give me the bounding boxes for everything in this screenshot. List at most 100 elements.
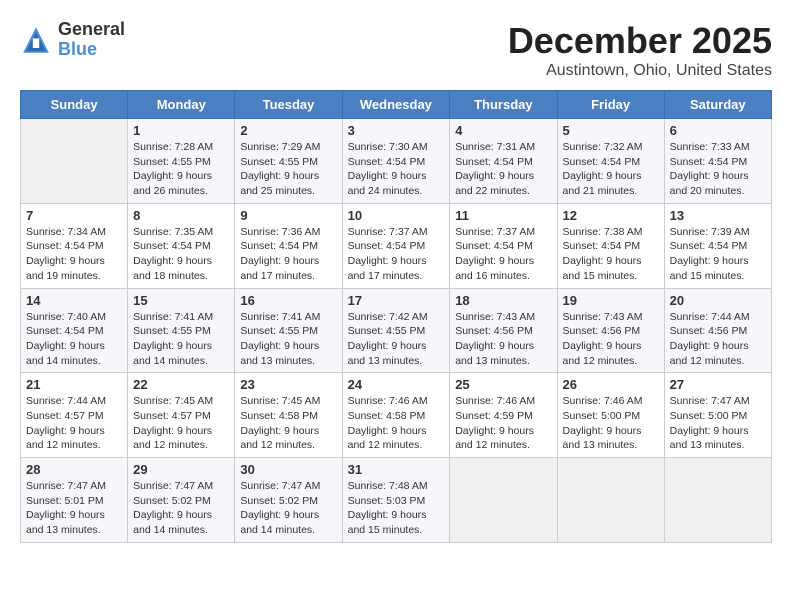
calendar-cell: 17 Sunrise: 7:42 AM Sunset: 4:55 PM Dayli…: [342, 288, 450, 373]
weekday-header-row: SundayMondayTuesdayWednesdayThursdayFrid…: [21, 91, 772, 119]
day-number: 20: [670, 293, 766, 308]
weekday-header-sunday: Sunday: [21, 91, 128, 119]
calendar-cell: 11Sunrise: 7:37 AM Sunset: 4:54 PM Dayli…: [450, 203, 557, 288]
day-number: 7: [26, 208, 122, 223]
calendar-cell: 28 Sunrise: 7:47 AM Sunset: 5:01 PM Dayli…: [21, 458, 128, 543]
cell-content: Sunrise: 7:42 AM Sunset: 4:55 PM Dayligh…: [348, 310, 445, 369]
day-number: 1: [133, 123, 229, 138]
cell-content: Sunrise: 7:47 AM Sunset: 5:02 PM Dayligh…: [133, 479, 229, 538]
weekday-header-monday: Monday: [128, 91, 235, 119]
calendar-cell: 25Sunrise: 7:46 AM Sunset: 4:59 PM Dayli…: [450, 373, 557, 458]
day-number: 8: [133, 208, 229, 223]
calendar-cell: 19 Sunrise: 7:43 AM Sunset: 4:56 PM Dayli…: [557, 288, 664, 373]
day-number: 18: [455, 293, 551, 308]
day-number: 21: [26, 377, 122, 392]
day-number: 24: [348, 377, 445, 392]
calendar-cell: 14 Sunrise: 7:40 AM Sunset: 4:54 PM Dayli…: [21, 288, 128, 373]
day-number: 14: [26, 293, 122, 308]
day-number: 9: [240, 208, 336, 223]
calendar-cell: 22 Sunrise: 7:45 AM Sunset: 4:57 PM Dayli…: [128, 373, 235, 458]
day-number: 15: [133, 293, 229, 308]
cell-content: Sunrise: 7:38 AM Sunset: 4:54 PM Dayligh…: [563, 225, 659, 284]
cell-content: Sunrise: 7:31 AM Sunset: 4:54 PM Dayligh…: [455, 140, 551, 199]
day-number: 23: [240, 377, 336, 392]
calendar-cell: 3 Sunrise: 7:30 AM Sunset: 4:54 PM Daylig…: [342, 119, 450, 204]
cell-content: Sunrise: 7:30 AM Sunset: 4:54 PM Dayligh…: [348, 140, 445, 199]
page-header: General Blue December 2025 Austintown, O…: [20, 20, 772, 80]
day-number: 13: [670, 208, 766, 223]
day-number: 12: [563, 208, 659, 223]
cell-content: Sunrise: 7:47 AM Sunset: 5:01 PM Dayligh…: [26, 479, 122, 538]
calendar-week-1: 1Sunrise: 7:28 AM Sunset: 4:55 PM Daylig…: [21, 119, 772, 204]
cell-content: Sunrise: 7:32 AM Sunset: 4:54 PM Dayligh…: [563, 140, 659, 199]
calendar-cell: 23 Sunrise: 7:45 AM Sunset: 4:58 PM Dayli…: [235, 373, 342, 458]
cell-content: Sunrise: 7:43 AM Sunset: 4:56 PM Dayligh…: [563, 310, 659, 369]
calendar-week-4: 21 Sunrise: 7:44 AM Sunset: 4:57 PM Dayli…: [21, 373, 772, 458]
day-number: 11: [455, 208, 551, 223]
cell-content: Sunrise: 7:44 AM Sunset: 4:57 PM Dayligh…: [26, 394, 122, 453]
weekday-header-saturday: Saturday: [664, 91, 771, 119]
calendar-cell: [664, 458, 771, 543]
logo-icon: [20, 24, 52, 56]
cell-content: Sunrise: 7:40 AM Sunset: 4:54 PM Dayligh…: [26, 310, 122, 369]
calendar-table: SundayMondayTuesdayWednesdayThursdayFrid…: [20, 90, 772, 543]
day-number: 2: [240, 123, 336, 138]
title-area: December 2025 Austintown, Ohio, United S…: [508, 20, 772, 80]
calendar-cell: 26Sunrise: 7:46 AM Sunset: 5:00 PM Dayli…: [557, 373, 664, 458]
calendar-cell: 18 Sunrise: 7:43 AM Sunset: 4:56 PM Dayli…: [450, 288, 557, 373]
cell-content: Sunrise: 7:41 AM Sunset: 4:55 PM Dayligh…: [240, 310, 336, 369]
cell-content: Sunrise: 7:48 AM Sunset: 5:03 PM Dayligh…: [348, 479, 445, 538]
day-number: 10: [348, 208, 445, 223]
calendar-week-2: 7Sunrise: 7:34 AM Sunset: 4:54 PM Daylig…: [21, 203, 772, 288]
day-number: 28: [26, 462, 122, 477]
calendar-cell: 5 Sunrise: 7:32 AM Sunset: 4:54 PM Daylig…: [557, 119, 664, 204]
day-number: 22: [133, 377, 229, 392]
calendar-cell: 9 Sunrise: 7:36 AM Sunset: 4:54 PM Daylig…: [235, 203, 342, 288]
day-number: 3: [348, 123, 445, 138]
calendar-week-5: 28 Sunrise: 7:47 AM Sunset: 5:01 PM Dayli…: [21, 458, 772, 543]
calendar-header: SundayMondayTuesdayWednesdayThursdayFrid…: [21, 91, 772, 119]
calendar-cell: 2 Sunrise: 7:29 AM Sunset: 4:55 PM Daylig…: [235, 119, 342, 204]
cell-content: Sunrise: 7:37 AM Sunset: 4:54 PM Dayligh…: [348, 225, 445, 284]
calendar-cell: 4Sunrise: 7:31 AM Sunset: 4:54 PM Daylig…: [450, 119, 557, 204]
calendar-cell: 30Sunrise: 7:47 AM Sunset: 5:02 PM Dayli…: [235, 458, 342, 543]
cell-content: Sunrise: 7:35 AM Sunset: 4:54 PM Dayligh…: [133, 225, 229, 284]
cell-content: Sunrise: 7:45 AM Sunset: 4:57 PM Dayligh…: [133, 394, 229, 453]
cell-content: Sunrise: 7:45 AM Sunset: 4:58 PM Dayligh…: [240, 394, 336, 453]
cell-content: Sunrise: 7:47 AM Sunset: 5:02 PM Dayligh…: [240, 479, 336, 538]
calendar-cell: [450, 458, 557, 543]
calendar-cell: 15 Sunrise: 7:41 AM Sunset: 4:55 PM Dayli…: [128, 288, 235, 373]
cell-content: Sunrise: 7:46 AM Sunset: 4:59 PM Dayligh…: [455, 394, 551, 453]
cell-content: Sunrise: 7:36 AM Sunset: 4:54 PM Dayligh…: [240, 225, 336, 284]
calendar-week-3: 14 Sunrise: 7:40 AM Sunset: 4:54 PM Dayli…: [21, 288, 772, 373]
cell-content: Sunrise: 7:47 AM Sunset: 5:00 PM Dayligh…: [670, 394, 766, 453]
calendar-cell: 29Sunrise: 7:47 AM Sunset: 5:02 PM Dayli…: [128, 458, 235, 543]
day-number: 17: [348, 293, 445, 308]
cell-content: Sunrise: 7:43 AM Sunset: 4:56 PM Dayligh…: [455, 310, 551, 369]
calendar-cell: 21 Sunrise: 7:44 AM Sunset: 4:57 PM Dayli…: [21, 373, 128, 458]
cell-content: Sunrise: 7:44 AM Sunset: 4:56 PM Dayligh…: [670, 310, 766, 369]
calendar-cell: [557, 458, 664, 543]
calendar-cell: 1Sunrise: 7:28 AM Sunset: 4:55 PM Daylig…: [128, 119, 235, 204]
weekday-header-friday: Friday: [557, 91, 664, 119]
weekday-header-tuesday: Tuesday: [235, 91, 342, 119]
logo-text: General Blue: [58, 20, 125, 60]
calendar-cell: 24 Sunrise: 7:46 AM Sunset: 4:58 PM Dayli…: [342, 373, 450, 458]
weekday-header-wednesday: Wednesday: [342, 91, 450, 119]
calendar-cell: 12 Sunrise: 7:38 AM Sunset: 4:54 PM Dayli…: [557, 203, 664, 288]
day-number: 19: [563, 293, 659, 308]
calendar-cell: 6 Sunrise: 7:33 AM Sunset: 4:54 PM Daylig…: [664, 119, 771, 204]
logo: General Blue: [20, 20, 125, 60]
day-number: 5: [563, 123, 659, 138]
calendar-cell: 31Sunrise: 7:48 AM Sunset: 5:03 PM Dayli…: [342, 458, 450, 543]
day-number: 6: [670, 123, 766, 138]
cell-content: Sunrise: 7:46 AM Sunset: 4:58 PM Dayligh…: [348, 394, 445, 453]
cell-content: Sunrise: 7:41 AM Sunset: 4:55 PM Dayligh…: [133, 310, 229, 369]
calendar-body: 1Sunrise: 7:28 AM Sunset: 4:55 PM Daylig…: [21, 119, 772, 543]
cell-content: Sunrise: 7:33 AM Sunset: 4:54 PM Dayligh…: [670, 140, 766, 199]
calendar-cell: 10 Sunrise: 7:37 AM Sunset: 4:54 PM Dayli…: [342, 203, 450, 288]
day-number: 26: [563, 377, 659, 392]
cell-content: Sunrise: 7:29 AM Sunset: 4:55 PM Dayligh…: [240, 140, 336, 199]
logo-general-text: General: [58, 20, 125, 40]
weekday-header-thursday: Thursday: [450, 91, 557, 119]
